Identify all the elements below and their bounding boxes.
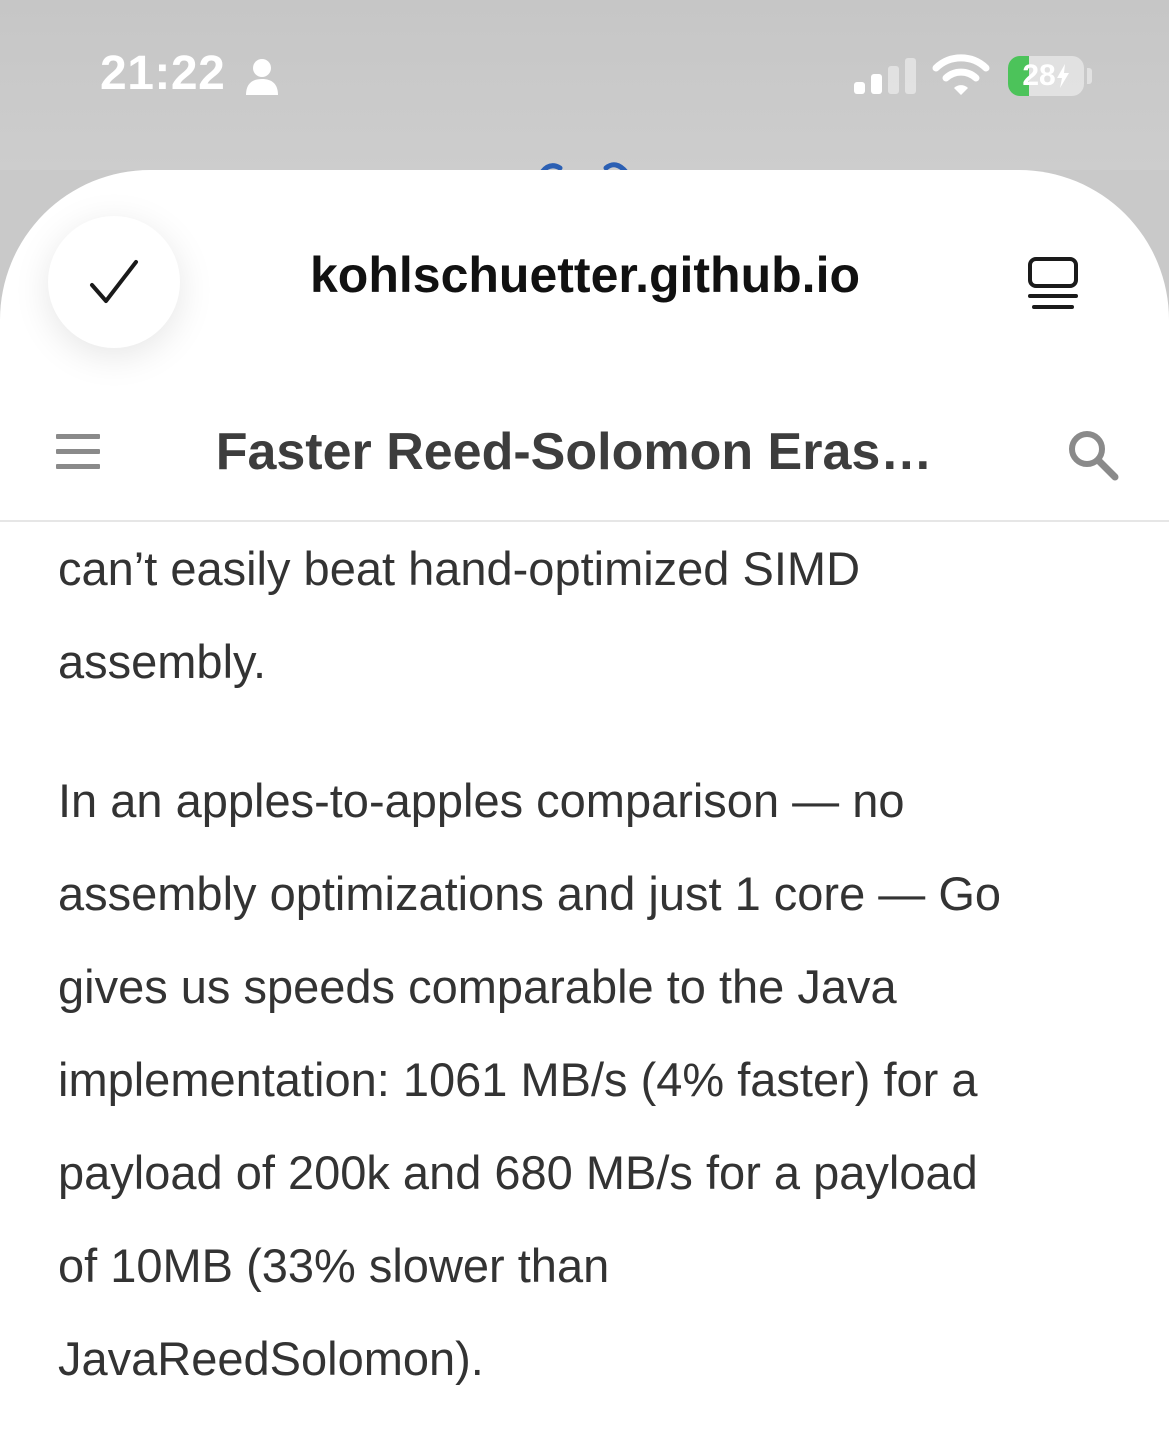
article-line: of 10MB (33% slower than [58,1239,610,1292]
article-line: gives us speeds comparable to the Java [58,960,897,1013]
browser-sheet: kohlschuetter.github.io Faster Reed-Solo… [0,170,1169,1432]
article-line: JavaReedSolomon). [58,1332,484,1385]
battery-cap [1087,68,1092,84]
status-bar: 21:22 28 [0,0,1169,174]
url-title[interactable]: kohlschuetter.github.io [250,246,920,304]
battery-level: 28 [1022,59,1056,92]
article-line: In an apples-to-apples comparison — no [58,774,905,827]
charging-bolt-icon [1056,64,1069,88]
person-icon [246,59,278,95]
article-paragraph: can’t easily beat hand-optimized SIMD as… [58,522,1138,708]
page-title: Faster Reed-Solomon Eras… [215,423,933,481]
article-line: can’t easily beat hand-optimized SIMD [58,542,861,595]
article-line: assembly optimizations and just 1 core —… [58,867,1002,920]
article-body: can’t easily beat hand-optimized SIMD as… [58,522,1138,1405]
status-time: 21:22 [100,47,226,100]
article-line: payload of 200k and 680 MB/s for a paylo… [58,1146,978,1199]
reader-view-icon[interactable] [1026,256,1084,314]
signal-icon [854,58,916,94]
hamburger-menu-icon[interactable] [56,432,100,472]
wifi-icon [932,54,990,95]
article-line: implementation: 1061 MB/s (4% faster) fo… [58,1053,978,1106]
article-paragraph: In an apples-to-apples comparison — no a… [58,754,1138,1405]
done-button[interactable] [48,216,180,348]
search-icon[interactable] [1066,428,1120,482]
page-header: Faster Reed-Solomon Eras… [0,390,1169,522]
battery-icon: 28 [1008,56,1084,96]
article-line: assembly. [58,635,267,688]
checkmark-icon [90,260,138,303]
